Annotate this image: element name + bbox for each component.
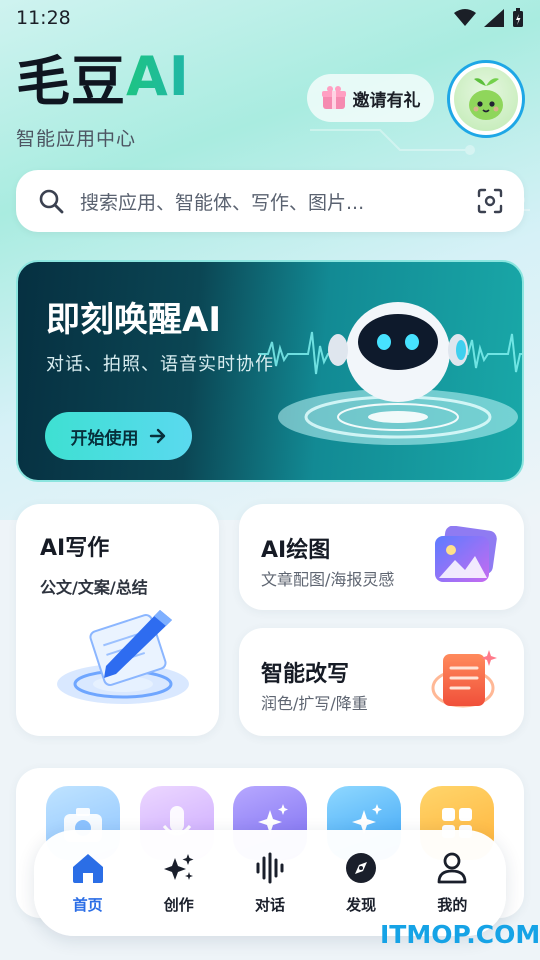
voice-wave-icon: [256, 852, 284, 883]
tab-home[interactable]: 首页: [48, 852, 128, 915]
search-icon: [39, 189, 64, 214]
tab-chat-label: 对话: [254, 895, 285, 914]
document-edit-icon: [431, 650, 497, 708]
banner-title: 即刻唤醒AI: [46, 300, 221, 340]
start-button[interactable]: 开始使用: [45, 412, 192, 460]
signal-icon: [484, 9, 504, 27]
card-smart-rewrite-subtitle: 润色/扩写/降重: [261, 694, 368, 713]
tab-discover-label: 发现: [346, 895, 377, 914]
search-bar[interactable]: 搜索应用、智能体、写作、图片...: [16, 170, 524, 232]
tab-create-label: 创作: [163, 895, 194, 914]
tab-profile-label: 我的: [437, 895, 468, 914]
status-icons: [454, 8, 524, 28]
app-logo: 毛豆 AI: [16, 44, 190, 113]
battery-icon: [513, 8, 523, 27]
status-time: 11:28: [16, 7, 71, 29]
user-icon: [437, 852, 467, 883]
app-subtitle: 智能应用中心: [16, 128, 137, 150]
logo-text: 毛豆: [16, 49, 126, 113]
card-ai-drawing-subtitle: 文章配图/海报灵感: [261, 570, 395, 589]
sparkle-icon: [163, 853, 194, 880]
card-smart-rewrite[interactable]: 智能改写 润色/扩写/降重: [239, 628, 524, 736]
compass-icon: [346, 852, 377, 883]
tab-create[interactable]: 创作: [139, 852, 219, 915]
card-ai-writing[interactable]: AI写作 公文/文案/总结: [16, 504, 219, 736]
gift-icon: [321, 86, 346, 109]
card-ai-writing-subtitle: 公文/文案/总结: [40, 578, 148, 597]
tab-profile[interactable]: 我的: [412, 852, 492, 915]
tab-discover[interactable]: 发现: [321, 852, 401, 915]
invite-label: 邀请有礼: [352, 90, 421, 111]
bean-mascot-icon: [454, 67, 518, 131]
invite-button[interactable]: 邀请有礼: [307, 74, 434, 122]
watermark: ITMOP.COM: [380, 920, 540, 949]
avatar[interactable]: [447, 60, 525, 138]
logo-ai-text: AI: [126, 44, 190, 108]
tab-home-label: 首页: [72, 895, 103, 914]
search-input[interactable]: 搜索应用、智能体、写作、图片...: [80, 188, 476, 215]
hero-banner[interactable]: 即刻唤醒AI 对话、拍照、语音实时协作 开始使用: [16, 260, 524, 482]
status-bar: 11:28: [0, 0, 540, 36]
tab-chat[interactable]: 对话: [230, 852, 310, 915]
scan-icon[interactable]: [476, 187, 504, 215]
card-ai-drawing-title: AI绘图: [261, 538, 331, 563]
card-smart-rewrite-title: 智能改写: [261, 662, 350, 687]
wifi-icon: [454, 9, 476, 26]
image-gallery-icon: [435, 526, 497, 582]
card-ai-writing-title: AI写作: [40, 536, 110, 561]
card-ai-drawing[interactable]: AI绘图 文章配图/海报灵感: [239, 504, 524, 610]
arrow-right-icon: [149, 428, 165, 444]
banner-description: 对话、拍照、语音实时协作: [46, 354, 274, 375]
home-icon: [72, 853, 103, 883]
pen-notebook-icon: [57, 610, 189, 704]
start-button-label: 开始使用: [70, 428, 139, 449]
